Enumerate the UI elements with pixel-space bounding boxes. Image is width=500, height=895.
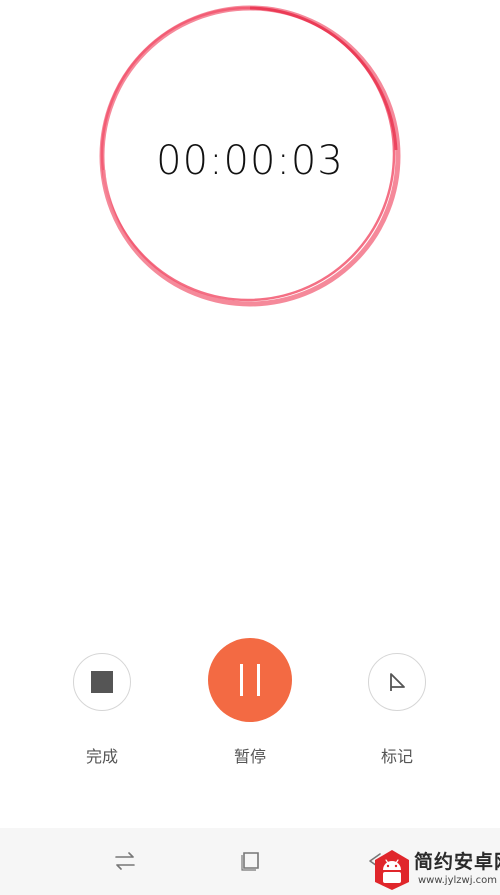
nav-home-button[interactable] [235, 846, 265, 876]
pause-button[interactable] [208, 638, 292, 722]
nav-switch-button[interactable] [110, 846, 140, 876]
finish-label: 完成 [85, 747, 118, 766]
mark-label: 标记 [380, 747, 413, 766]
pause-icon [240, 664, 260, 696]
stop-square-icon [91, 671, 113, 693]
android-logo-icon [375, 850, 409, 890]
flag-icon [390, 673, 405, 691]
elapsed-time: 00:00:03 [156, 138, 344, 184]
square-home-icon [241, 852, 259, 871]
watermark-url: www.jylzwj.com [418, 875, 498, 886]
switch-arrows-icon [115, 852, 135, 870]
finish-button[interactable] [73, 653, 131, 711]
watermark: 简约安卓网 www.jylzwj.com [372, 848, 500, 892]
watermark-title: 简约安卓网 [414, 851, 500, 873]
mark-button[interactable] [368, 653, 426, 711]
pause-label: 暂停 [233, 747, 266, 766]
